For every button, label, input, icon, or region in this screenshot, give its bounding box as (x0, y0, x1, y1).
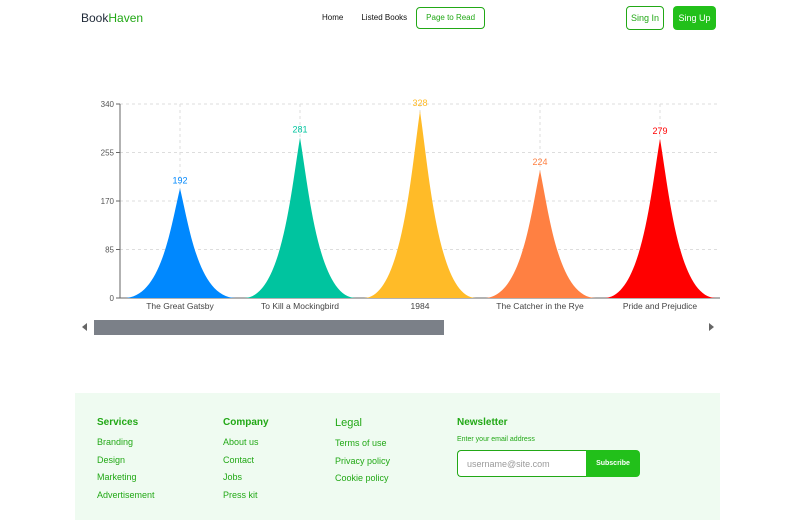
horizontal-scrollbar[interactable] (78, 318, 718, 336)
x-tick-label-0: The Great Gatsby (146, 301, 214, 311)
navbar: BookHaven Home Listed Books Page to Read… (0, 0, 791, 36)
footer-link-branding[interactable]: Branding (97, 437, 155, 455)
footer-newsletter: Newsletter Enter your email address Subs… (457, 417, 640, 477)
data-label-4: 279 (652, 126, 667, 136)
newsletter-title: Newsletter (457, 417, 508, 428)
x-tick-label-4: Pride and Prejudice (623, 301, 697, 311)
bar-1 (244, 137, 356, 298)
footer-link-cookie[interactable]: Cookie policy (335, 473, 390, 491)
x-tick-label-3: The Catcher in the Rye (496, 301, 584, 311)
x-tick-label-2: 1984 (411, 301, 430, 311)
y-tick-label: 0 (110, 294, 115, 303)
footer-company: Company About us Contact Jobs Press kit (223, 417, 269, 507)
y-tick-label: 340 (101, 100, 115, 109)
bar-0 (124, 188, 236, 298)
newsletter-label: Enter your email address (457, 436, 535, 443)
chart-svg: 0 85 170 255 340 192 The Great Gatsby 281 To Kil… (101, 98, 720, 311)
footer-company-title: Company (223, 417, 269, 428)
scroll-thumb[interactable] (94, 320, 444, 335)
scroll-left-arrow-icon[interactable] (82, 323, 87, 331)
nav-link-page-to-read[interactable]: Page to Read (416, 7, 486, 29)
bar-3 (484, 170, 596, 298)
footer-link-press-kit[interactable]: Press kit (223, 490, 269, 508)
pages-chart: 0 85 170 255 340 192 The Great Gatsby 281 To Kil… (75, 95, 735, 320)
sign-up-button[interactable]: Sing Up (673, 6, 716, 30)
y-tick-label: 85 (105, 246, 114, 255)
footer-services: Services Branding Design Marketing Adver… (97, 417, 155, 507)
footer-link-terms[interactable]: Terms of use (335, 438, 390, 456)
nav-link-listed-books[interactable]: Listed Books (361, 8, 407, 28)
subscribe-button[interactable]: Subscribe (586, 450, 640, 477)
brand-part-1: Book (81, 11, 109, 25)
bar-2 (364, 110, 476, 298)
footer-link-privacy[interactable]: Privacy policy (335, 456, 390, 474)
newsletter-email-input[interactable] (457, 450, 586, 477)
footer-link-marketing[interactable]: Marketing (97, 472, 155, 490)
nav-link-home[interactable]: Home (322, 8, 343, 28)
bar-4 (604, 138, 716, 298)
footer-link-design[interactable]: Design (97, 455, 155, 473)
footer-link-jobs[interactable]: Jobs (223, 472, 269, 490)
footer-link-contact[interactable]: Contact (223, 455, 269, 473)
newsletter-form: Subscribe (457, 450, 640, 477)
data-label-0: 192 (172, 175, 187, 185)
footer-services-title: Services (97, 417, 139, 428)
footer-legal-title: Legal (335, 417, 362, 429)
data-label-2: 328 (412, 98, 427, 108)
scroll-right-arrow-icon[interactable] (709, 323, 714, 331)
y-tick-label: 170 (101, 197, 115, 206)
data-label-3: 224 (532, 157, 547, 167)
footer: Services Branding Design Marketing Adver… (75, 393, 720, 520)
y-tick-label: 255 (101, 149, 115, 158)
footer-link-about-us[interactable]: About us (223, 437, 269, 455)
nav-links: Home Listed Books Page to Read (322, 7, 503, 29)
footer-link-advertisement[interactable]: Advertisement (97, 490, 155, 508)
x-tick-label-1: To Kill a Mockingbird (261, 301, 339, 311)
sign-in-button[interactable]: Sing In (626, 6, 664, 30)
footer-legal: Legal Terms of use Privacy policy Cookie… (335, 417, 390, 491)
data-label-1: 281 (292, 125, 307, 135)
brand-part-2: Haven (108, 11, 144, 25)
brand-logo[interactable]: BookHaven (81, 11, 143, 25)
